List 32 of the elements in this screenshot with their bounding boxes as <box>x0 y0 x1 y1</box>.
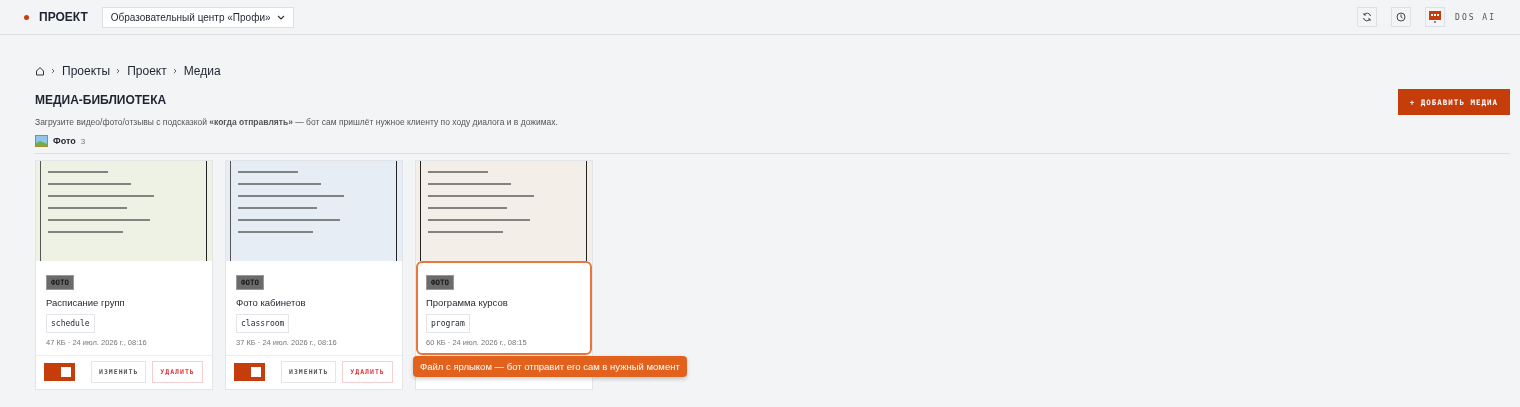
toggle-switch[interactable] <box>234 363 265 381</box>
image-icon <box>35 135 48 147</box>
brand-name: ПРОЕКТ <box>39 10 88 24</box>
chevron-right-icon <box>51 68 56 74</box>
tag-label: program <box>426 314 470 333</box>
chevron-right-icon <box>172 68 178 74</box>
breadcrumb-link[interactable]: Проекты <box>62 64 111 78</box>
refresh-button[interactable] <box>1357 7 1378 27</box>
card-title: Программа курсов <box>426 297 509 308</box>
section-count: 3 <box>80 136 86 146</box>
toggle-switch[interactable] <box>44 363 75 381</box>
page-subtitle: Загрузите видео/фото/отзывы с подсказкой «когда отправлять» — бот сам пришлёт нужное клиенту по ходу диалога и в дожимах. <box>35 117 558 127</box>
brand-dot <box>24 14 29 20</box>
avatar-button[interactable] <box>1425 7 1446 27</box>
card-title: Расписание групп <box>46 297 126 308</box>
section-label: Фото <box>53 136 76 146</box>
project-select[interactable]: Образовательный центр «Профи» <box>101 6 294 28</box>
page-title: МЕДИА-БИБЛИОТЕКА <box>35 93 168 107</box>
home-icon[interactable] <box>35 66 45 76</box>
clock-icon <box>1396 12 1407 22</box>
breadcrumb-link[interactable]: Медиа <box>183 64 221 78</box>
history-button[interactable] <box>1391 7 1412 27</box>
card-title: Фото кабинетов <box>236 297 307 308</box>
refresh-icon <box>1362 12 1373 22</box>
chevron-down-icon <box>276 13 285 21</box>
user-name: DOS AI <box>1455 12 1496 22</box>
tag-label: classroom <box>236 314 290 333</box>
breadcrumb-link[interactable]: Проект <box>127 64 167 78</box>
chevron-right-icon <box>116 68 122 74</box>
tag-label: schedule <box>46 314 95 333</box>
tooltip: Файл с ярлыком — бот отправит его сам в нужный момент <box>413 356 687 377</box>
monitor-icon <box>1428 10 1443 24</box>
